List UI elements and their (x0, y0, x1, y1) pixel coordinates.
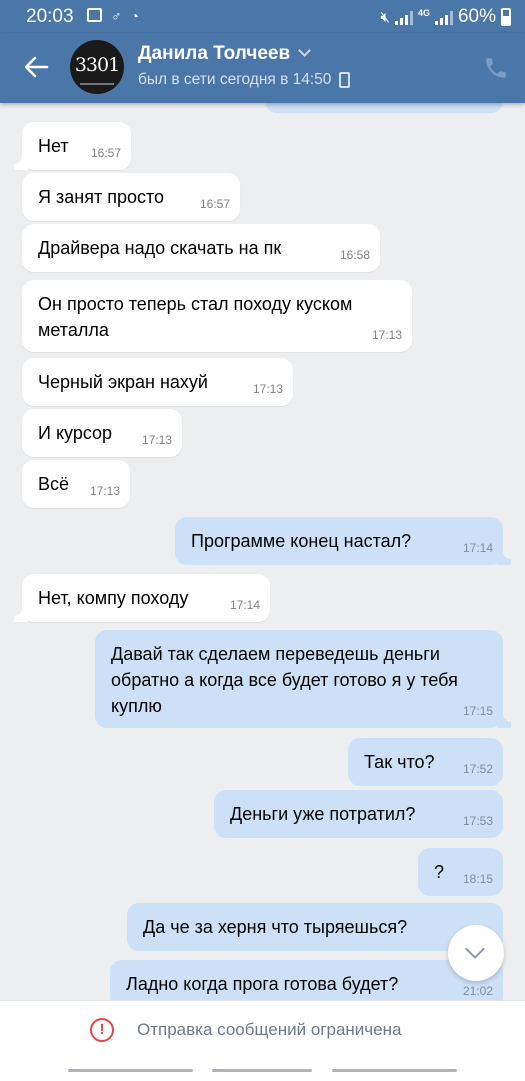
message-time: 17:13 (252, 382, 283, 396)
battery-icon (501, 8, 511, 26)
message-bubble-in[interactable]: И курсор 17:13 (22, 409, 182, 457)
message-bubble-out[interactable]: ? 18:15 (418, 848, 503, 896)
message-text: Нет (38, 136, 69, 156)
mobile-device-icon (339, 72, 351, 88)
warning-icon: ! (90, 1018, 114, 1042)
bubble-tail (6, 600, 28, 622)
message-bubble-in[interactable]: Драйвера надо скачать на пк 16:58 (22, 224, 380, 272)
gallery-notification-icon (87, 8, 102, 22)
message-bubble-out[interactable]: Деньги уже потратил? 17:53 (214, 790, 503, 838)
message-text: Программе конец настал? (191, 531, 412, 551)
message-text: Я занят просто (38, 187, 165, 207)
contact-name-text: Данила Толчеев (138, 43, 291, 64)
nav-gesture-bar[interactable] (332, 1069, 457, 1072)
message-time: 17:14 (462, 541, 493, 555)
message-time: 17:52 (462, 762, 493, 776)
message-text: Ладно когда прога готова будет? (126, 974, 399, 994)
signal-icon (394, 9, 413, 25)
presence-status: был в сети сегодня в 14:50 (138, 71, 351, 89)
message-bubble-in[interactable]: Черный экран нахуй 17:13 (22, 358, 293, 406)
message-bubble-out[interactable]: Так что? 17:52 (348, 738, 503, 786)
nav-gesture-bar[interactable] (68, 1069, 193, 1072)
message-bubble-out[interactable]: Программе конец настал? 17:14 (175, 517, 503, 565)
message-text: Давай так сделаем переведешь деньги обра… (111, 644, 458, 716)
signal-icon-2 (434, 9, 453, 25)
message-time: 18:15 (462, 872, 493, 886)
message-bubble-out[interactable]: Давай так сделаем переведешь деньги обра… (95, 630, 503, 728)
message-time: 17:13 (371, 328, 402, 342)
composer-restricted-bar: ! Отправка сообщений ограничена (0, 1000, 525, 1081)
message-bubble-in[interactable]: Нет, компу походу 17:14 (22, 574, 270, 622)
restriction-notice: Отправка сообщений ограничена (137, 1020, 402, 1039)
avatar-text: 3301 (74, 54, 120, 76)
message-time: 17:14 (229, 598, 260, 612)
nav-gesture-bar[interactable] (212, 1069, 312, 1072)
battery-percent: 60% (457, 6, 496, 27)
message-text: Нет, компу походу (38, 588, 189, 608)
message-bubble-in[interactable]: Я занят просто 16:57 (22, 173, 240, 221)
message-time: 16:58 (339, 248, 370, 262)
message-text: Черный экран нахуй (38, 372, 208, 392)
message-text: ? (434, 862, 445, 882)
chevron-down-icon (298, 44, 312, 57)
app-notification-icon: ◔ (130, 8, 139, 24)
message-time: 17:13 (141, 433, 172, 447)
status-time: 20:03 (26, 6, 74, 27)
network-type: 4G (417, 8, 430, 18)
message-text: Драйвера надо скачать на пк (38, 238, 282, 258)
ok-notification-icon: ♂ (111, 8, 122, 24)
chat-header: 3301 Данила Толчеев был в сети сегодня в… (0, 33, 525, 103)
message-time: 17:15 (462, 704, 493, 718)
message-time: 21:02 (462, 984, 493, 998)
message-bubble-partial[interactable] (265, 103, 503, 113)
bubble-tail (497, 543, 519, 565)
mute-icon: 🔇︎ (380, 8, 390, 26)
status-bar: 20:03 ♂ ◔ 🔇︎ 4G 60% (0, 0, 525, 33)
message-time: 17:53 (462, 814, 493, 828)
contact-name[interactable]: Данила Толчеев (138, 43, 312, 65)
message-text: Он просто теперь стал походу куском мета… (38, 294, 353, 340)
message-time: 16:57 (90, 146, 121, 160)
message-text: Да че за херня что тыряешься? (143, 917, 408, 937)
message-bubble-out[interactable]: Ладно когда прога готова будет? 21:02 (110, 960, 503, 1000)
presence-text: был в сети сегодня в 14:50 (138, 71, 332, 88)
message-text: Деньги уже потратил? (230, 804, 416, 824)
back-arrow-icon[interactable] (22, 53, 50, 81)
message-bubble-out[interactable]: Да че за херня что тыряешься? (127, 903, 503, 951)
message-time: 17:13 (89, 484, 120, 498)
message-text: Всё (38, 474, 70, 494)
message-text: И курсор (38, 423, 113, 443)
bubble-tail (6, 148, 28, 170)
message-bubble-in[interactable]: Всё 17:13 (22, 460, 130, 508)
chevron-down-icon (465, 939, 485, 959)
bubble-tail (497, 706, 519, 728)
message-bubble-in[interactable]: Он просто теперь стал походу куском мета… (22, 280, 412, 352)
scroll-down-button[interactable] (448, 925, 504, 981)
avatar[interactable]: 3301 (70, 40, 124, 94)
message-text: Так что? (364, 752, 435, 772)
message-list[interactable]: Нет 16:57 Я занят просто 16:57 Драйвера на… (0, 103, 525, 1000)
message-bubble-in[interactable]: Нет 16:57 (22, 122, 131, 170)
phone-call-icon[interactable] (483, 55, 509, 81)
message-time: 16:57 (199, 197, 230, 211)
